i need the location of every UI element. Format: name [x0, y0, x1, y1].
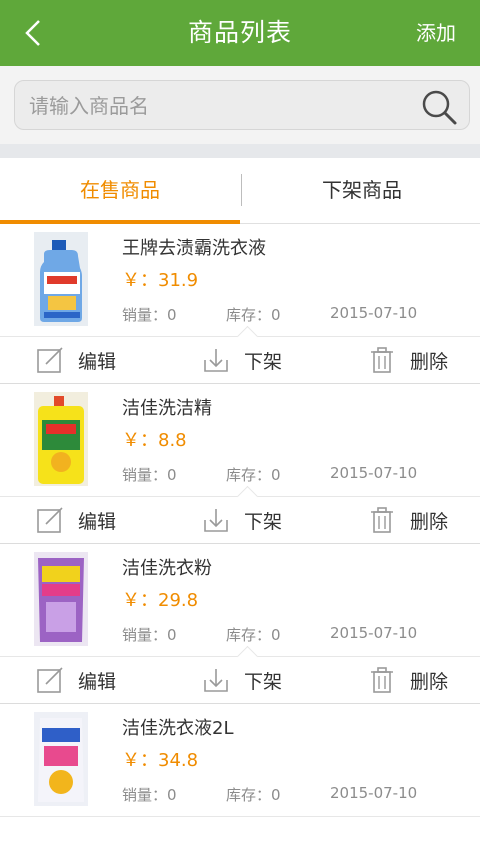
product-actions: 编辑 下架 删除: [0, 325, 480, 384]
tab-on-sale[interactable]: 在售商品: [0, 158, 240, 224]
product-price: ￥：8.8: [122, 430, 187, 451]
tab-bar: 在售商品 下架商品: [0, 158, 480, 224]
product-card: 洁佳洗衣液2L ￥：34.8 销量：0 库存：0 2015-07-10: [0, 704, 480, 864]
trash-icon: [371, 667, 393, 693]
product-info[interactable]: 洁佳洗洁精 ￥：8.8 销量：0 库存：0 2015-07-10: [0, 384, 480, 497]
trash-icon: [371, 507, 393, 533]
delete-button[interactable]: 删除: [368, 337, 448, 383]
product-price: ￥：34.8: [122, 750, 199, 771]
edit-button[interactable]: 编辑: [36, 337, 116, 383]
product-price: ￥：31.9: [122, 270, 199, 291]
product-sales: 销量：0: [122, 626, 177, 644]
off-shelf-label: 下架: [244, 670, 283, 693]
top-bar: 商品列表 添加: [0, 0, 480, 66]
product-name: 洁佳洗衣液2L: [122, 718, 234, 739]
edit-label: 编辑: [78, 350, 117, 373]
edit-icon: [37, 667, 63, 693]
edit-button[interactable]: 编辑: [36, 497, 116, 543]
product-sales: 销量：0: [122, 466, 177, 484]
product-card: 洁佳洗洁精 ￥：8.8 销量：0 库存：0 2015-07-10 编辑 下架 删…: [0, 384, 480, 544]
page-title: 商品列表: [187, 18, 292, 47]
product-actions: 编辑 下架 删除: [0, 485, 480, 544]
product-stock: 库存：0: [226, 466, 281, 484]
tab-off-shelf[interactable]: 下架商品: [242, 158, 480, 222]
product-info[interactable]: 王牌去渍霸洗衣液 ￥：31.9 销量：0 库存：0 2015-07-10: [0, 224, 480, 337]
product-info[interactable]: 洁佳洗衣液2L ￥：34.8 销量：0 库存：0 2015-07-10: [0, 704, 480, 817]
delete-label: 删除: [410, 670, 449, 693]
search-icon[interactable]: [419, 87, 459, 127]
product-sales: 销量：0: [122, 306, 177, 324]
product-stock: 库存：0: [226, 306, 281, 324]
product-date: 2015-07-10: [330, 464, 418, 482]
product-date: 2015-07-10: [330, 624, 418, 642]
trash-icon: [371, 347, 393, 373]
off-shelf-label: 下架: [244, 350, 283, 373]
product-stock: 库存：0: [226, 786, 281, 804]
search-bar: [0, 66, 480, 144]
product-card: 洁佳洗衣粉 ￥：29.8 销量：0 库存：0 2015-07-10 编辑 下架 …: [0, 544, 480, 704]
delete-button[interactable]: 删除: [368, 497, 448, 543]
product-name: 王牌去渍霸洗衣液: [122, 238, 266, 259]
edit-icon: [37, 507, 63, 533]
product-list: 王牌去渍霸洗衣液 ￥：31.9 销量：0 库存：0 2015-07-10 编辑: [0, 224, 480, 864]
download-icon: [204, 509, 228, 532]
product-image-liquid-detergent: [34, 712, 88, 806]
product-date: 2015-07-10: [330, 784, 418, 802]
off-shelf-label: 下架: [244, 510, 283, 533]
edit-icon: [37, 347, 63, 373]
product-price: ￥：29.8: [122, 590, 199, 611]
search-box: [14, 80, 470, 131]
delete-label: 删除: [410, 510, 449, 533]
delete-label: 删除: [410, 350, 449, 373]
product-card: 王牌去渍霸洗衣液 ￥：31.9 销量：0 库存：0 2015-07-10 编辑: [0, 224, 480, 384]
edit-button[interactable]: 编辑: [36, 657, 116, 703]
product-name: 洁佳洗衣粉: [122, 558, 212, 579]
download-icon: [204, 349, 228, 372]
section-divider: [0, 144, 480, 158]
product-image-dish-soap: [34, 392, 88, 486]
product-actions: 编辑 下架 删除: [0, 645, 480, 704]
off-shelf-button[interactable]: 下架: [202, 657, 282, 703]
edit-label: 编辑: [78, 670, 117, 693]
product-sales: 销量：0: [122, 786, 177, 804]
product-image-laundry-powder: [34, 552, 88, 646]
add-button[interactable]: 添加: [416, 0, 456, 66]
product-date: 2015-07-10: [330, 304, 418, 322]
delete-button[interactable]: 删除: [368, 657, 448, 703]
product-stock: 库存：0: [226, 626, 281, 644]
search-input[interactable]: [27, 81, 411, 131]
product-name: 洁佳洗洁精: [122, 398, 212, 419]
edit-label: 编辑: [78, 510, 117, 533]
product-image-detergent: [34, 232, 88, 326]
download-icon: [204, 669, 228, 692]
off-shelf-button[interactable]: 下架: [202, 337, 282, 383]
off-shelf-button[interactable]: 下架: [202, 497, 282, 543]
product-info[interactable]: 洁佳洗衣粉 ￥：29.8 销量：0 库存：0 2015-07-10: [0, 544, 480, 657]
